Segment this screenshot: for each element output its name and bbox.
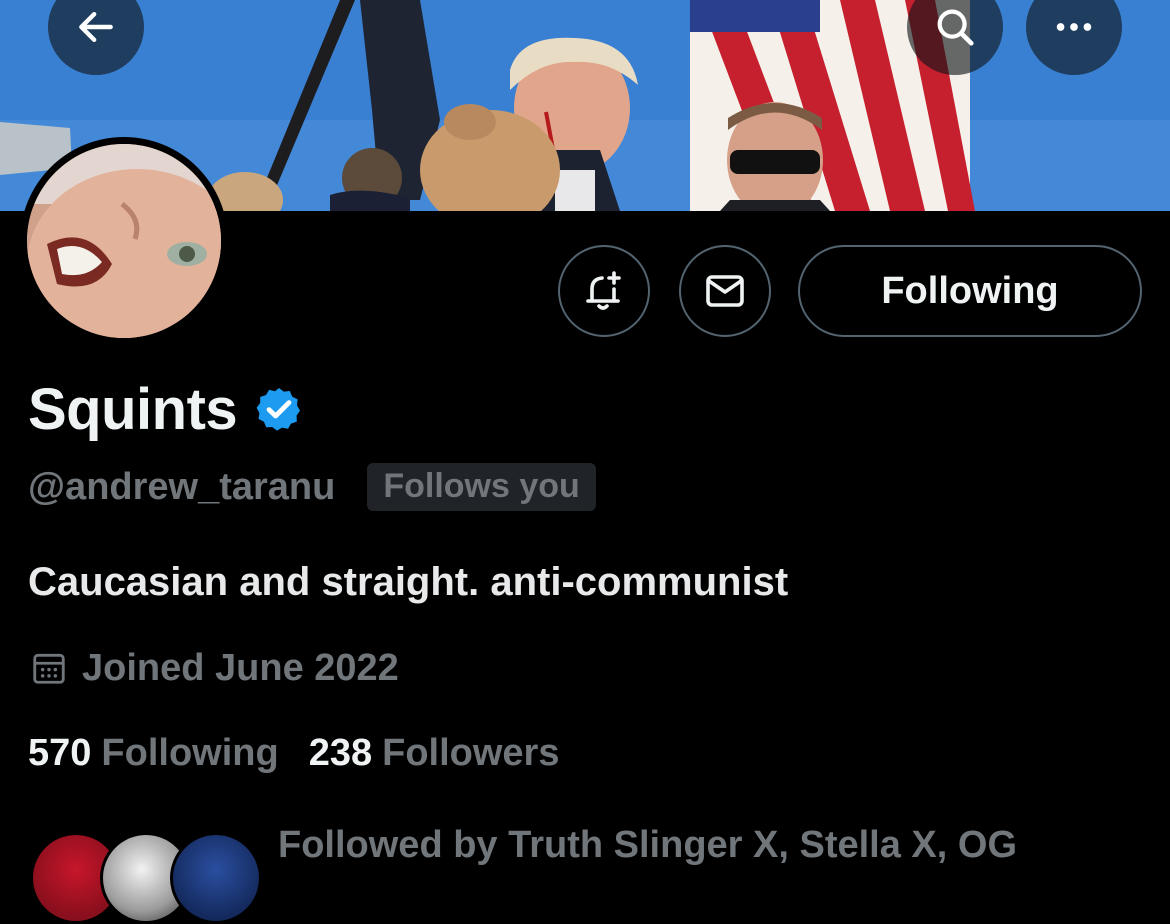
- handle: @andrew_taranu: [28, 465, 336, 508]
- verified-badge-icon[interactable]: [255, 385, 303, 433]
- followed-by-row[interactable]: Followed by Truth Slinger X, Stella X, O…: [0, 820, 1170, 924]
- envelope-icon: [706, 275, 744, 307]
- search-icon: [937, 9, 974, 46]
- arrow-left-icon: [79, 11, 113, 43]
- profile-avatar[interactable]: [20, 137, 228, 345]
- followers-count: 238: [308, 731, 373, 774]
- handle-row: @andrew_taranu Follows you: [28, 460, 596, 514]
- follow-stats: 570 Following 238 Followers: [28, 728, 559, 778]
- followers-stat[interactable]: 238 Followers: [309, 732, 560, 775]
- notify-button[interactable]: [558, 245, 650, 337]
- follows-you-badge: Follows you: [367, 463, 596, 511]
- calendar-icon: [33, 653, 65, 684]
- follower-avatar: [170, 832, 262, 924]
- display-name: Squints: [28, 376, 238, 442]
- bell-plus-icon: [586, 271, 621, 310]
- more-dots-icon: [1056, 23, 1092, 31]
- joined-date: Joined June 2022: [82, 646, 399, 689]
- following-count: 570: [28, 731, 92, 774]
- followed-by-text: Followed by Truth Slinger X, Stella X, O…: [278, 824, 1017, 866]
- profile-bio: Caucasian and straight. anti-communist: [28, 560, 789, 604]
- display-name-row: Squints: [28, 374, 303, 444]
- joined-date-row: Joined June 2022: [30, 644, 399, 692]
- followed-by-avatars: [30, 832, 262, 924]
- following-label: Following: [101, 731, 279, 774]
- message-button[interactable]: [679, 245, 771, 337]
- avatar-image: [27, 144, 221, 338]
- followers-label: Followers: [382, 731, 560, 774]
- following-button[interactable]: Following: [798, 245, 1142, 337]
- following-stat[interactable]: 570 Following: [28, 732, 279, 775]
- avatar-photo: [27, 144, 221, 338]
